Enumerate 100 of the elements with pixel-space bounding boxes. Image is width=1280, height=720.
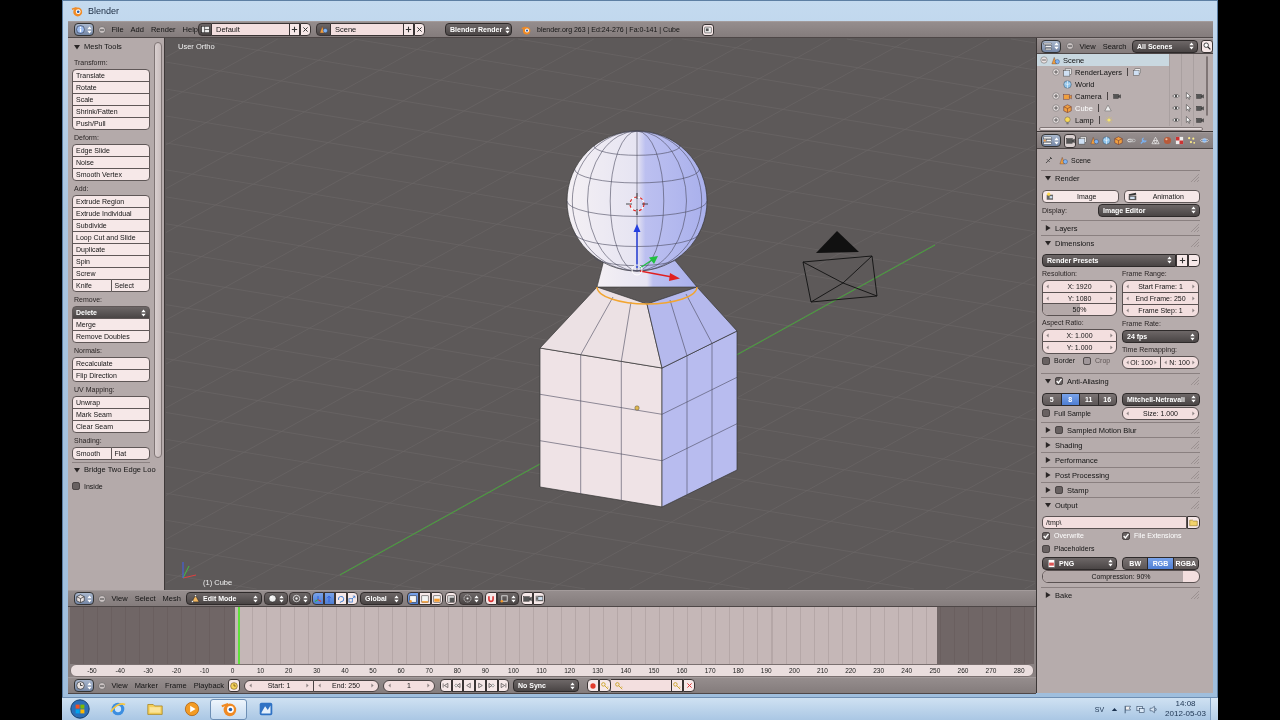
scene-browse-button[interactable]: [316, 23, 331, 36]
triangle-down-icon[interactable]: [1045, 240, 1051, 246]
keying-set-field[interactable]: [611, 679, 671, 692]
decrement-arrow-icon[interactable]: [1046, 284, 1049, 289]
editor-type-button[interactable]: [1041, 134, 1061, 147]
select-mode-toggle[interactable]: [419, 592, 431, 605]
checkbox-icon[interactable]: [1042, 356, 1050, 365]
checkbox-icon[interactable]: [1055, 377, 1063, 385]
expand-icon[interactable]: [1052, 92, 1060, 100]
flag-icon[interactable]: [1123, 704, 1133, 714]
camera-drawing[interactable]: [802, 231, 878, 303]
expand-icon[interactable]: [1052, 116, 1060, 124]
drag-grip-icon[interactable]: [1190, 590, 1200, 600]
transport-button[interactable]: [486, 679, 498, 692]
start-button[interactable]: [69, 698, 91, 720]
snap-element-dropdown[interactable]: [497, 592, 519, 605]
delete-scene-button[interactable]: [414, 23, 425, 36]
manipulator-toggle[interactable]: [312, 592, 324, 605]
decrement-arrow-icon[interactable]: [1046, 345, 1049, 350]
drag-grip-icon[interactable]: [1190, 485, 1200, 495]
triangle-right-icon[interactable]: [1045, 457, 1051, 463]
clock-time[interactable]: 14:08: [1175, 699, 1196, 709]
editor-type-button[interactable]: [1041, 39, 1061, 53]
expand-icon[interactable]: [1052, 68, 1060, 76]
camera-icon[interactable]: [1195, 92, 1204, 100]
search-button[interactable]: [1201, 39, 1213, 53]
delete-layout-button[interactable]: [300, 23, 311, 36]
triangle-right-icon[interactable]: [1045, 487, 1051, 493]
camera-icon[interactable]: [1195, 104, 1204, 112]
checkbox-icon[interactable]: [1055, 426, 1063, 434]
scrollbar-thumb[interactable]: [154, 42, 162, 458]
editor-type-button[interactable]: [74, 592, 94, 605]
decrement-arrow-icon[interactable]: [1046, 296, 1049, 301]
eye-icon[interactable]: [1171, 116, 1180, 124]
context-tab[interactable]: [1064, 133, 1077, 148]
decrement-arrow-icon[interactable]: [249, 683, 252, 688]
checkbox-icon[interactable]: [1122, 531, 1130, 540]
triangle-down-icon[interactable]: [1045, 502, 1051, 508]
drag-grip-icon[interactable]: [1190, 173, 1200, 183]
minus-icon[interactable]: [98, 594, 106, 603]
network-icon[interactable]: [1136, 704, 1146, 714]
drag-grip-icon[interactable]: [1190, 376, 1200, 386]
remove-preset-button[interactable]: [1188, 253, 1200, 267]
expand-icon[interactable]: [1052, 104, 1060, 112]
checkbox-icon[interactable]: [1042, 544, 1050, 553]
timeline-track[interactable]: [70, 607, 1034, 664]
triangle-right-icon[interactable]: [1045, 592, 1051, 598]
checkbox-icon[interactable]: [1055, 486, 1063, 494]
decrement-arrow-icon[interactable]: [1046, 333, 1049, 338]
increment-arrow-icon[interactable]: [1192, 410, 1195, 416]
drag-grip-icon[interactable]: [1190, 223, 1200, 233]
minus-icon[interactable]: [1066, 42, 1074, 50]
drag-grip-icon[interactable]: [1190, 425, 1200, 435]
increment-arrow-icon[interactable]: [1110, 296, 1113, 301]
drag-grip-icon[interactable]: [1190, 238, 1200, 248]
decrement-arrow-icon[interactable]: [318, 683, 321, 688]
shading-dropdown[interactable]: [264, 592, 288, 605]
drag-grip-icon[interactable]: [1190, 500, 1200, 510]
add-layout-button[interactable]: [289, 23, 300, 36]
decrement-arrow-icon[interactable]: [1164, 360, 1167, 365]
increment-arrow-icon[interactable]: [1192, 296, 1195, 301]
insert-keyframe-button[interactable]: [671, 679, 683, 692]
increment-arrow-icon[interactable]: [1192, 308, 1195, 313]
decrement-arrow-icon[interactable]: [1126, 284, 1129, 289]
add-scene-button[interactable]: [403, 23, 414, 36]
minus-icon[interactable]: [98, 681, 106, 690]
triangle-down-icon[interactable]: [74, 43, 80, 50]
transform-gizmo-drawing[interactable]: [631, 224, 680, 281]
increment-arrow-icon[interactable]: [1110, 345, 1113, 350]
drag-grip-icon[interactable]: [1190, 440, 1200, 450]
keying-options-button[interactable]: [599, 679, 611, 692]
triangle-right-icon[interactable]: [1045, 225, 1051, 231]
select-mode-toggle[interactable]: [407, 592, 419, 605]
minus-icon[interactable]: [98, 25, 106, 34]
add-preset-button[interactable]: [1176, 253, 1188, 267]
render-opengl-button[interactable]: [521, 592, 533, 605]
increment-arrow-icon[interactable]: [1110, 284, 1113, 289]
clock-date[interactable]: 2012-05-03: [1165, 709, 1206, 719]
increment-arrow-icon[interactable]: [1192, 284, 1195, 289]
select-mode-toggle[interactable]: [431, 592, 443, 605]
drag-grip-icon[interactable]: [1190, 470, 1200, 480]
increment-arrow-icon[interactable]: [371, 683, 374, 688]
decrement-arrow-icon[interactable]: [1126, 296, 1129, 301]
taskbar-app-button[interactable]: [210, 698, 247, 720]
increment-arrow-icon[interactable]: [1192, 360, 1195, 365]
eye-icon[interactable]: [1171, 104, 1180, 112]
occlude-toggle[interactable]: [445, 592, 457, 605]
triangle-down-icon[interactable]: [1045, 175, 1051, 181]
drag-grip-icon[interactable]: [1190, 455, 1200, 465]
triangle-down-icon[interactable]: [1045, 378, 1051, 384]
increment-arrow-icon[interactable]: [306, 683, 309, 688]
decrement-arrow-icon[interactable]: [388, 683, 391, 688]
layout-browse-button[interactable]: [198, 23, 212, 36]
delete-keyframe-button[interactable]: [683, 679, 695, 692]
manipulator-toggle[interactable]: [335, 592, 347, 605]
increment-arrow-icon[interactable]: [1110, 333, 1113, 338]
decrement-arrow-icon[interactable]: [1126, 360, 1129, 365]
context-tab[interactable]: [1076, 133, 1089, 148]
scrollbar-thumb[interactable]: [1206, 56, 1208, 116]
show-desktop-button[interactable]: [1210, 698, 1218, 720]
